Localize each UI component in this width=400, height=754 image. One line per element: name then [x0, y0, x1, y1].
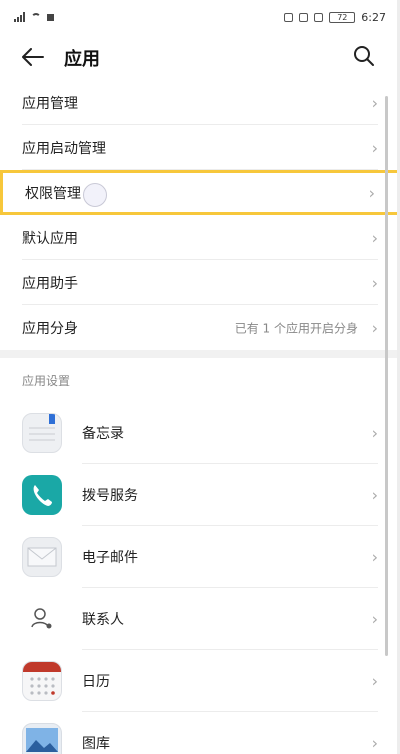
app-item-calendar[interactable]: 日历 › [0, 650, 400, 712]
contacts-icon [22, 599, 62, 639]
wifi-icon [31, 13, 41, 21]
settings-item-label: 应用管理 [22, 95, 78, 112]
notification-icon [47, 13, 54, 21]
settings-item-label: 应用助手 [22, 275, 78, 292]
search-icon [354, 46, 374, 66]
nfc-icon [284, 12, 294, 22]
app-item-label: 拨号服务 [82, 488, 138, 504]
chevron-right-icon: › [371, 318, 378, 337]
vibrate-icon [314, 12, 324, 22]
signal-icon [14, 12, 25, 22]
app-item-label: 图库 [82, 736, 110, 752]
settings-item-app-twin[interactable]: 应用分身 已有 1 个应用开启分身 › [0, 305, 400, 350]
settings-item-app-management[interactable]: 应用管理 › [0, 80, 400, 125]
settings-item-label: 默认应用 [22, 230, 78, 247]
settings-item-label: 应用启动管理 [22, 140, 106, 157]
section-divider [0, 350, 400, 358]
app-item-label: 联系人 [82, 612, 124, 628]
chevron-right-icon: › [371, 423, 378, 443]
settings-list: 应用管理 › 应用启动管理 › 权限管理 › 默认应用 › 应用助手 › 应用分… [0, 80, 400, 754]
arrow-left-icon [22, 48, 44, 66]
app-item-email[interactable]: 电子邮件 › [0, 526, 400, 588]
calendar-icon [22, 661, 62, 701]
chevron-right-icon: › [371, 485, 378, 505]
app-item-label: 备忘录 [82, 426, 124, 442]
app-item-memo[interactable]: 备忘录 › [0, 402, 400, 464]
app-item-label: 电子邮件 [82, 550, 138, 566]
clock: 6:27 [361, 10, 386, 24]
page-title: 应用 [64, 49, 100, 70]
battery-level: 72 [337, 12, 348, 22]
app-item-label: 日历 [82, 674, 110, 690]
app-item-dialer[interactable]: 拨号服务 › [0, 464, 400, 526]
chevron-right-icon: › [368, 183, 375, 202]
chevron-right-icon: › [371, 671, 378, 691]
email-icon [22, 537, 62, 577]
phone-icon [22, 475, 62, 515]
app-bar: 应用 [0, 34, 400, 80]
chevron-right-icon: › [371, 93, 378, 112]
app-item-contacts[interactable]: 联系人 › [0, 588, 400, 650]
chevron-right-icon: › [371, 547, 378, 567]
battery-icon: 72 [329, 11, 356, 23]
back-button[interactable] [20, 44, 46, 70]
gallery-icon [22, 723, 62, 754]
chevron-right-icon: › [371, 273, 378, 292]
screen: 72 6:27 应用 应用管理 › 应用启动管理 › 权限管理 › 默认应用 ›… [0, 0, 400, 754]
section-header: 应用设置 [22, 373, 71, 388]
settings-item-default-apps[interactable]: 默认应用 › [0, 215, 400, 260]
app-item-gallery[interactable]: 图库 › [0, 712, 400, 754]
memo-icon [22, 413, 62, 453]
search-button[interactable] [352, 44, 378, 70]
mute-icon [299, 12, 309, 22]
settings-item-label: 应用分身 [22, 320, 78, 337]
status-left [14, 12, 54, 22]
scrollbar[interactable] [385, 96, 388, 656]
chevron-right-icon: › [371, 228, 378, 247]
chevron-right-icon: › [371, 609, 378, 629]
chevron-right-icon: › [371, 733, 378, 753]
settings-item-value: 已有 1 个应用开启分身 [234, 321, 358, 335]
settings-item-permission-management[interactable]: 权限管理 › [0, 170, 400, 215]
settings-item-startup-management[interactable]: 应用启动管理 › [0, 125, 400, 170]
settings-item-app-assistant[interactable]: 应用助手 › [0, 260, 400, 305]
status-right: 72 6:27 [284, 11, 386, 24]
tap-indicator [83, 183, 107, 207]
chevron-right-icon: › [371, 138, 378, 157]
settings-item-label: 权限管理 [25, 185, 81, 202]
status-bar: 72 6:27 [0, 0, 400, 34]
